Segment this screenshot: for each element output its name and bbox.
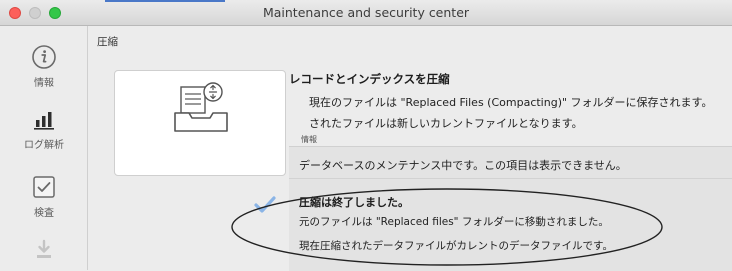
compact-tray-icon: [174, 82, 228, 132]
sidebar-item-label: 情報: [34, 78, 54, 89]
sidebar-item-verify[interactable]: 検査: [0, 174, 88, 219]
sidebar-item-restore[interactable]: [0, 238, 88, 266]
section-title: 圧縮: [97, 36, 118, 48]
panel-divider: [289, 178, 732, 179]
info-label: 情報: [301, 135, 317, 144]
operation-heading: レコードとインデックスを圧縮: [289, 72, 450, 86]
sidebar-item-label: 検査: [34, 208, 54, 219]
sidebar: 情報 ログ解析 検査: [0, 26, 88, 270]
operation-description-line1: 現在のファイルは "Replaced Files (Compacting)" フ…: [309, 96, 713, 109]
sidebar-item-log-analysis[interactable]: ログ解析: [0, 108, 88, 151]
sidebar-item-label: ログ解析: [24, 140, 64, 151]
operation-description-line2: されたファイルは新しいカレントファイルとなります。: [309, 117, 583, 130]
bar-chart-icon: [34, 112, 54, 130]
download-icon: [37, 239, 51, 258]
checkbox-icon: [33, 176, 55, 198]
title-bar: Maintenance and security center: [0, 0, 732, 26]
operation-thumbnail: [114, 70, 286, 176]
highlight-ellipse: [231, 188, 663, 266]
window-title: Maintenance and security center: [262, 5, 470, 20]
maintenance-message: データベースのメンテナンス中です。この項目は表示できません。: [299, 159, 627, 172]
info-icon: [32, 45, 56, 69]
sidebar-item-info[interactable]: 情報: [0, 44, 88, 89]
